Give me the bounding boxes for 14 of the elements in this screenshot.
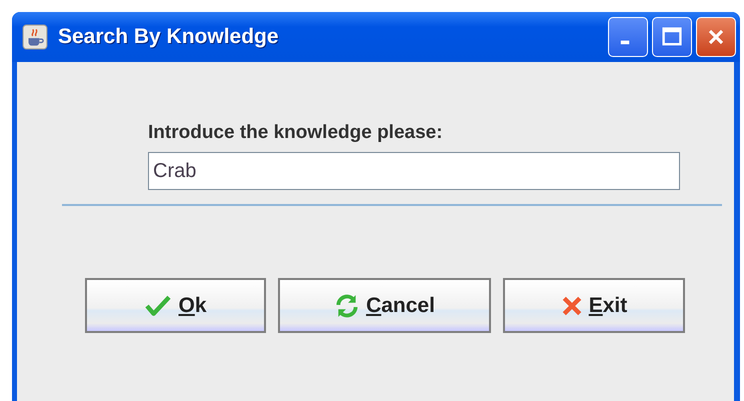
maximize-button[interactable] <box>652 17 692 57</box>
ok-button[interactable]: Ok <box>85 278 266 333</box>
exit-button[interactable]: Exit <box>503 278 685 333</box>
knowledge-input[interactable]: Crab <box>148 152 680 190</box>
cancel-button[interactable]: Cancel <box>278 278 491 333</box>
prompt-label: Introduce the knowledge please: <box>148 122 443 144</box>
refresh-arrows-icon <box>334 292 360 318</box>
cross-icon <box>560 294 583 316</box>
window-title: Search By Knowledge <box>58 25 279 49</box>
minimize-icon <box>620 40 630 44</box>
close-button[interactable] <box>696 17 736 57</box>
minimize-button[interactable] <box>608 17 648 57</box>
checkmark-icon <box>144 294 172 316</box>
coffee-cup-icon <box>22 24 48 50</box>
